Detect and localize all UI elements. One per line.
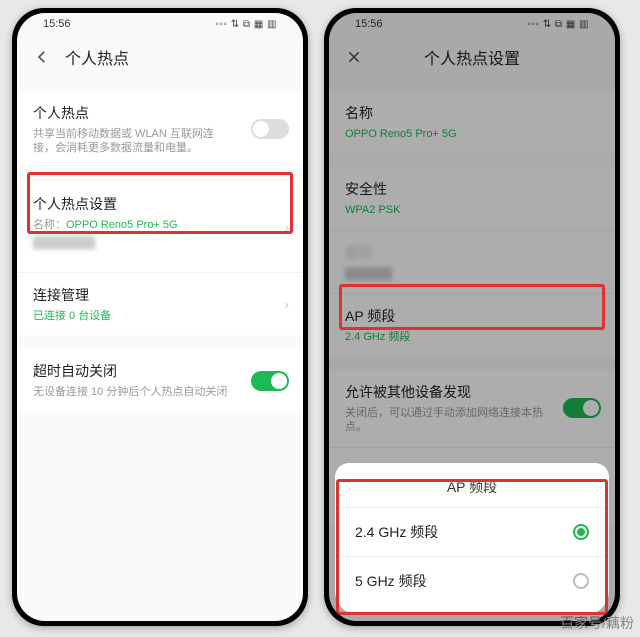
name-value: OPPO Reno5 Pro+ 5G	[345, 127, 599, 141]
hotspot-settings-sub: 名称：OPPO Reno5 Pro+ 5G	[33, 218, 287, 232]
password-value: ██████	[345, 267, 599, 281]
chevron-right-icon: ›	[284, 296, 289, 312]
chevron-right-icon: ›	[284, 219, 289, 235]
ap-band-sheet: AP 频段 2.4 GHz 频段 5 GHz 频段	[335, 463, 609, 615]
connection-title: 连接管理	[33, 285, 287, 305]
sheet-option-label: 2.4 GHz 频段	[355, 522, 438, 542]
discover-toggle[interactable]	[563, 398, 601, 418]
screen-left: 15:56 ◦◦◦ ⇅ ⧉ ▦ ▥ 个人热点 个人热点 共享当前移动数据或 WL…	[17, 13, 303, 621]
timeout-sub: 无设备连接 10 分钟后个人热点自动关闭	[33, 385, 233, 399]
sheet-option-5ghz[interactable]: 5 GHz 频段	[335, 556, 609, 605]
radio-selected-icon	[573, 524, 589, 540]
hotspot-title: 个人热点	[33, 103, 287, 123]
status-time: 15:56	[43, 18, 71, 30]
back-icon[interactable]	[33, 48, 51, 66]
timeout-title: 超时自动关闭	[33, 361, 287, 381]
watermark: 百家号/藕粉	[560, 613, 634, 633]
status-icons: ◦◦◦ ⇅ ⧉ ▦ ▥	[215, 19, 277, 30]
status-bar: 15:56 ◦◦◦ ⇅ ⧉ ▦ ▥	[329, 13, 615, 35]
screen-right: 15:56 ◦◦◦ ⇅ ⧉ ▦ ▥ 个人热点设置 名称 OPPO Reno5 P…	[329, 13, 615, 621]
status-time: 15:56	[355, 18, 383, 30]
status-icons: ◦◦◦ ⇅ ⧉ ▦ ▥	[527, 19, 589, 30]
content-left: 个人热点 共享当前移动数据或 WLAN 互联网连接，会消耗更多数据流量和电量。 …	[17, 77, 303, 621]
security-item[interactable]: 安全性 WPA2 PSK	[329, 167, 615, 229]
page-title: 个人热点设置	[424, 45, 520, 69]
sheet-option-label: 5 GHz 频段	[355, 571, 427, 591]
hotspot-toggle-item[interactable]: 个人热点 共享当前移动数据或 WLAN 互联网连接，会消耗更多数据流量和电量。	[17, 91, 303, 168]
status-bar: 15:56 ◦◦◦ ⇅ ⧉ ▦ ▥	[17, 13, 303, 35]
timeout-item[interactable]: 超时自动关闭 无设备连接 10 分钟后个人热点自动关闭	[17, 349, 303, 411]
password-title: 密码	[345, 243, 599, 263]
radio-unselected-icon	[573, 573, 589, 589]
discover-title: 允许被其他设备发现	[345, 382, 599, 402]
discover-sub: 关闭后，可以通过手动添加网络连接本热点。	[345, 406, 545, 435]
ap-title: AP 频段	[345, 306, 599, 326]
name-title: 名称	[345, 103, 599, 123]
hotspot-settings-title: 个人热点设置	[33, 194, 287, 214]
header: 个人热点设置	[329, 35, 615, 77]
hotspot-settings-pwd-blurred: ████████	[33, 236, 287, 250]
header: 个人热点	[17, 35, 303, 77]
page-title: 个人热点	[65, 45, 129, 69]
password-item[interactable]: 密码 ██████	[329, 230, 615, 293]
connection-sub: 已连接 0 台设备	[33, 309, 287, 323]
security-title: 安全性	[345, 179, 599, 199]
sheet-title: AP 频段	[335, 477, 609, 507]
hotspot-toggle[interactable]	[251, 119, 289, 139]
timeout-toggle[interactable]	[251, 371, 289, 391]
discover-item[interactable]: 允许被其他设备发现 关闭后，可以通过手动添加网络连接本热点。	[329, 370, 615, 447]
phone-right: 15:56 ◦◦◦ ⇅ ⧉ ▦ ▥ 个人热点设置 名称 OPPO Reno5 P…	[324, 8, 620, 626]
hotspot-settings-item[interactable]: 个人热点设置 名称：OPPO Reno5 Pro+ 5G ████████ ›	[17, 182, 303, 273]
name-item[interactable]: 名称 OPPO Reno5 Pro+ 5G	[329, 91, 615, 153]
ap-value: 2.4 GHz 频段	[345, 330, 599, 344]
ap-band-item[interactable]: AP 频段 2.4 GHz 频段	[329, 293, 615, 356]
close-icon[interactable]	[345, 48, 363, 66]
phone-left: 15:56 ◦◦◦ ⇅ ⧉ ▦ ▥ 个人热点 个人热点 共享当前移动数据或 WL…	[12, 8, 308, 626]
sheet-option-24ghz[interactable]: 2.4 GHz 频段	[335, 507, 609, 556]
connection-mgmt-item[interactable]: 连接管理 已连接 0 台设备 ›	[17, 272, 303, 335]
hotspot-sub: 共享当前移动数据或 WLAN 互联网连接，会消耗更多数据流量和电量。	[33, 127, 233, 156]
security-value: WPA2 PSK	[345, 203, 599, 217]
